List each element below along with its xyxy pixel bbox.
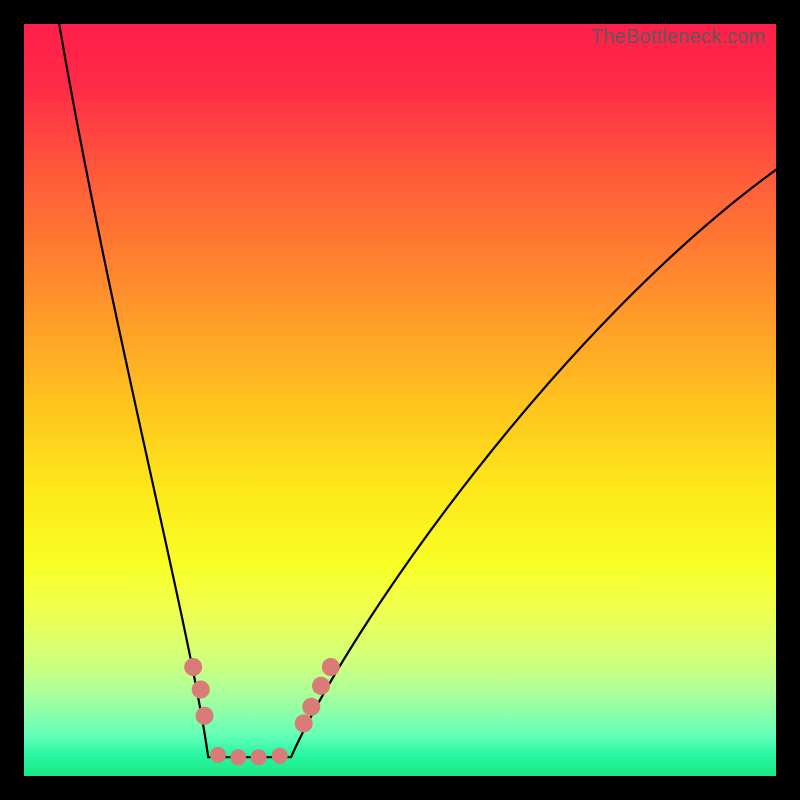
data-marker bbox=[251, 749, 267, 765]
data-marker bbox=[272, 748, 288, 764]
plot-area: TheBottleneck.com bbox=[24, 24, 776, 776]
data-marker bbox=[230, 749, 246, 765]
bottleneck-curve bbox=[24, 24, 776, 776]
data-marker bbox=[192, 681, 210, 699]
data-marker bbox=[322, 658, 340, 676]
data-marker bbox=[210, 747, 226, 763]
chart-frame: TheBottleneck.com bbox=[0, 0, 800, 800]
data-marker bbox=[302, 698, 320, 716]
data-marker bbox=[312, 677, 330, 695]
data-marker bbox=[184, 658, 202, 676]
data-marker bbox=[196, 707, 214, 725]
data-marker bbox=[295, 714, 313, 732]
watermark-text: TheBottleneck.com bbox=[591, 26, 766, 49]
